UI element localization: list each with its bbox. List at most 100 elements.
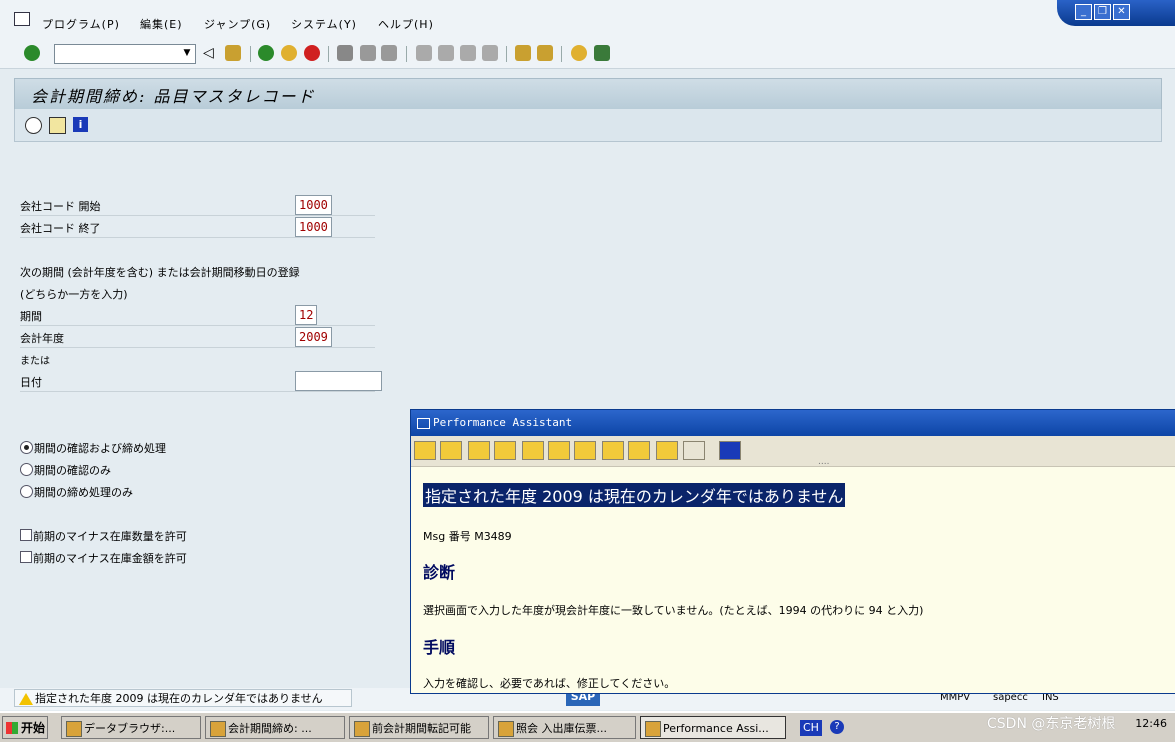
previous-page-icon[interactable]	[438, 45, 454, 61]
next-page-icon[interactable]	[460, 45, 476, 61]
status-message[interactable]: 指定された年度 2009 は現在のカレンダ年ではありません	[14, 689, 352, 707]
pa-procedure-heading: 手順	[423, 638, 456, 657]
pa-book-icon[interactable]	[468, 441, 490, 460]
company-code-from-input[interactable]: 1000	[295, 195, 332, 215]
enter-check-icon[interactable]	[24, 45, 40, 61]
cancel-icon[interactable]	[304, 45, 320, 61]
company-code-to-input[interactable]: 1000	[295, 217, 332, 237]
help-icon[interactable]	[571, 45, 587, 61]
radio-close-only-label[interactable]: 期間の締め処理のみ	[34, 484, 133, 500]
warning-icon	[19, 693, 33, 705]
pa-headline: 指定された年度 2009 は現在のカレンダ年ではありません	[423, 483, 846, 507]
minimize-button[interactable]: _	[1075, 4, 1092, 20]
info-icon[interactable]: i	[73, 117, 88, 132]
pa-sort-icon[interactable]	[628, 441, 650, 460]
radio-close-only[interactable]	[20, 485, 33, 498]
company-code-from-label: 会社コード 開始	[20, 200, 101, 213]
pa-highlight-icon[interactable]	[548, 441, 570, 460]
task-label: データブラウザ:...	[84, 722, 176, 735]
task-display-material-doc[interactable]: 照会 入出庫伝票...	[493, 716, 636, 739]
toolbar-separator	[328, 46, 329, 62]
pa-edit-icon[interactable]	[522, 441, 544, 460]
layout-menu-icon[interactable]	[594, 45, 610, 61]
exit-icon[interactable]	[281, 45, 297, 61]
ime-help-icon[interactable]: ?	[830, 720, 844, 734]
pa-table-icon[interactable]	[602, 441, 624, 460]
close-window-button[interactable]: ✕	[1113, 4, 1130, 20]
sap-window-icon	[354, 721, 370, 737]
task-label: 会計期間締め: ...	[228, 722, 312, 735]
task-label: 照会 入出庫伝票...	[516, 722, 607, 735]
period-row: 期間 12	[20, 304, 375, 326]
toolbar-separator	[406, 46, 407, 62]
command-field[interactable]: ▼	[54, 44, 196, 64]
fiscal-year-label: 会計年度	[20, 332, 64, 345]
menu-jump[interactable]: ジャンプ(G)	[204, 16, 271, 32]
pa-resize-handle[interactable]: ....	[818, 457, 829, 467]
task-period-close[interactable]: 会計期間締め: ...	[205, 716, 345, 739]
last-page-icon[interactable]	[482, 45, 498, 61]
menu-help[interactable]: ヘルプ(H)	[378, 16, 434, 32]
task-performance-assistant[interactable]: Performance Assi...	[640, 716, 786, 739]
pa-toolbar	[411, 436, 1175, 467]
language-indicator[interactable]: CH	[800, 720, 822, 736]
menu-bar: プログラム(P) 編集(E) ジャンプ(G) システム(Y) ヘルプ(H) _ …	[0, 0, 1175, 40]
taskbar-clock: 12:46	[1135, 717, 1167, 730]
menu-system[interactable]: システム(Y)	[291, 16, 357, 32]
pa-diagnosis-heading: 診断	[423, 563, 456, 582]
task-data-browser[interactable]: データブラウザ:...	[61, 716, 201, 739]
date-input[interactable]	[295, 371, 382, 391]
task-prev-period-posting[interactable]: 前会計期間転記可能	[349, 716, 489, 739]
save-icon[interactable]	[225, 45, 241, 61]
application-toolbar: i	[14, 109, 1162, 142]
window-menu-icon[interactable]	[14, 12, 30, 26]
toolbar-separator	[506, 46, 507, 62]
restore-button[interactable]: ❐	[1094, 4, 1111, 20]
period-input[interactable]: 12	[295, 305, 318, 325]
first-page-icon[interactable]	[416, 45, 432, 61]
sap-window-icon	[66, 721, 82, 737]
fiscal-year-input[interactable]: 2009	[295, 327, 332, 347]
pa-procedure-text: 入力を確認し、必要であれば、修正してください。	[423, 677, 676, 690]
execute-clock-icon[interactable]	[25, 117, 42, 134]
print-icon[interactable]	[337, 45, 353, 61]
task-label: Performance Assi...	[663, 722, 769, 735]
or-label: または	[20, 356, 50, 367]
menu-edit[interactable]: 編集(E)	[140, 16, 183, 32]
watermark: CSDN @东京老树根	[987, 716, 1116, 732]
performance-assistant-window: Performance Assistant .... 指定された年度 2009 …	[410, 409, 1175, 694]
menu-program[interactable]: プログラム(P)	[42, 16, 120, 32]
allow-negative-qty-checkbox[interactable]	[20, 529, 32, 541]
toolbar-separator	[250, 46, 251, 62]
find-next-icon[interactable]	[381, 45, 397, 61]
radio-check-and-close[interactable]	[20, 441, 33, 454]
start-button[interactable]: 开始	[2, 716, 48, 739]
radio-check-only-label[interactable]: 期間の確認のみ	[34, 462, 111, 478]
pa-display-icon[interactable]	[656, 441, 678, 460]
back-triangle-icon[interactable]: ◁	[203, 45, 219, 61]
date-row: 日付	[20, 370, 382, 392]
radio-check-and-close-label[interactable]: 期間の確認および締め処理	[34, 440, 166, 456]
pa-close-icon[interactable]	[719, 441, 741, 460]
pa-forward-icon[interactable]	[440, 441, 462, 460]
status-message-text: 指定された年度 2009 は現在のカレンダ年ではありません	[35, 692, 323, 705]
sap-window-icon	[210, 721, 226, 737]
pa-technical-info-icon[interactable]	[494, 441, 516, 460]
period-label: 期間	[20, 310, 42, 323]
radio-check-only[interactable]	[20, 463, 33, 476]
allow-negative-value-label[interactable]: 前期のマイナス在庫金額を許可	[33, 550, 187, 566]
start-label: 开始	[21, 721, 46, 735]
pa-back-icon[interactable]	[414, 441, 436, 460]
dropdown-arrow-icon[interactable]: ▼	[181, 47, 193, 59]
pa-annotate-icon[interactable]	[574, 441, 596, 460]
pa-print-icon[interactable]	[683, 441, 705, 460]
back-icon[interactable]	[258, 45, 274, 61]
shortcut-icon[interactable]	[537, 45, 553, 61]
allow-negative-qty-label[interactable]: 前期のマイナス在庫数量を許可	[33, 528, 187, 544]
allow-negative-value-checkbox[interactable]	[20, 551, 32, 563]
variants-icon[interactable]	[49, 117, 66, 134]
create-session-icon[interactable]	[515, 45, 531, 61]
pa-content: 指定された年度 2009 は現在のカレンダ年ではありません Msg 番号 M34…	[411, 467, 1175, 693]
find-icon[interactable]	[360, 45, 376, 61]
screen-title-bar: 会計期間締め: 品目マスタレコード	[14, 78, 1162, 110]
